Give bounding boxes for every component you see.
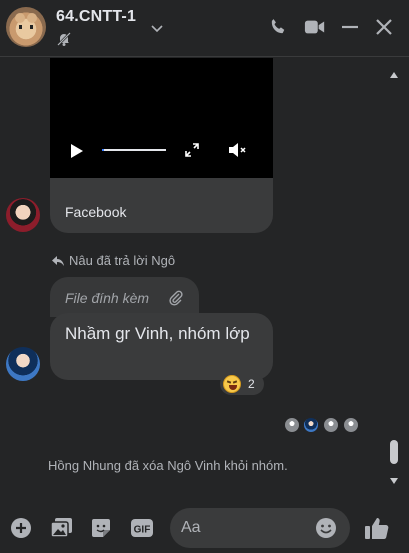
message-composer: GIF [0,503,409,553]
volume-muted-icon[interactable] [228,142,248,163]
reply-icon [51,255,65,270]
message-list: Facebook Nâu đã trả lời Ngô File đính kè… [0,58,409,496]
seen-avatar [342,416,360,434]
reply-header: Nâu đã trả lời Ngô [51,253,175,270]
emoji-icon[interactable] [315,517,337,544]
seen-avatar [302,416,320,434]
reaction-badge[interactable]: 2 [220,373,264,395]
scroll-down-arrow-icon[interactable] [389,472,399,490]
scrollbar[interactable] [384,62,404,490]
phone-icon[interactable] [268,17,288,42]
close-icon[interactable] [374,17,394,42]
fullscreen-icon[interactable] [184,142,200,163]
chat-header: 64.CNTT-1 [0,0,409,57]
minimize-icon[interactable] [340,17,360,42]
gallery-icon[interactable] [50,517,74,544]
chevron-down-icon[interactable] [151,20,163,38]
svg-text:GIF: GIF [134,525,151,536]
message-input[interactable] [181,518,311,538]
reaction-count: 2 [248,377,255,391]
muted-bell-icon [56,31,72,52]
quoted-text: File đính kèm [65,290,150,306]
message-text: Nhầm gr Vinh, nhóm lớp [65,324,250,343]
gif-icon[interactable]: GIF [130,517,154,544]
like-icon[interactable] [364,515,390,546]
paperclip-icon [169,290,183,311]
play-icon[interactable] [70,143,84,164]
scroll-thumb[interactable] [390,440,398,464]
laughing-emoji-icon [223,375,241,393]
sender-avatar[interactable] [6,347,40,381]
scroll-up-arrow-icon[interactable] [389,66,399,84]
reply-header-text: Nâu đã trả lời Ngô [69,253,176,268]
video-player[interactable] [50,58,273,178]
sender-avatar[interactable] [6,198,40,232]
system-message: Hồng Nhung đã xóa Ngô Vinh khỏi nhóm. [48,458,288,473]
quoted-message[interactable]: File đính kèm [50,277,199,317]
chat-window: 64.CNTT-1 Facebook Nâu đã trả lời Ngô Fi… [0,0,409,553]
video-message[interactable]: Facebook [50,58,273,233]
chat-title[interactable]: 64.CNTT-1 [56,8,136,26]
plus-circle-icon[interactable] [10,517,32,544]
sticker-icon[interactable] [90,517,112,544]
video-caption: Facebook [65,204,127,220]
message-bubble[interactable]: Nhầm gr Vinh, nhóm lớp [50,313,273,380]
group-avatar[interactable] [6,7,46,47]
seen-receipts[interactable] [283,416,363,434]
seen-avatar [322,416,340,434]
message-input-wrapper[interactable] [170,508,350,548]
video-progress-bar[interactable] [102,149,166,151]
video-call-icon[interactable] [304,17,326,42]
seen-avatar [283,416,301,434]
